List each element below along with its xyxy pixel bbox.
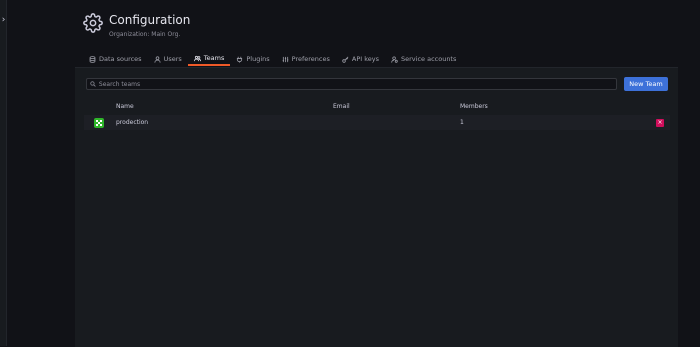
tab-label: Data sources <box>99 55 142 63</box>
tab-data-sources[interactable]: Data sources <box>83 52 148 66</box>
plug-icon <box>236 56 243 63</box>
gear-icon <box>83 13 103 33</box>
service-account-icon <box>391 55 398 63</box>
tab-label: Preferences <box>291 55 330 63</box>
team-name-link[interactable]: prodection <box>116 119 148 126</box>
page-subtitle: Organization: Main Org. <box>109 31 181 38</box>
search-input[interactable] <box>95 79 616 89</box>
tab-preferences[interactable]: Preferences <box>276 52 336 66</box>
column-header-members: Members <box>460 103 488 110</box>
new-team-button[interactable]: New Team <box>624 77 668 91</box>
tab-service-accounts[interactable]: Service accounts <box>385 52 462 66</box>
team-avatar-icon <box>94 118 104 128</box>
sidebar-collapsed <box>0 0 7 346</box>
column-header-email: Email <box>333 103 350 110</box>
database-icon <box>89 55 96 63</box>
search-field[interactable] <box>86 78 617 90</box>
delete-team-button[interactable]: × <box>656 119 664 127</box>
tab-users[interactable]: Users <box>148 52 188 66</box>
team-members-count: 1 <box>460 119 464 126</box>
key-icon <box>342 56 349 63</box>
user-icon <box>154 55 161 63</box>
tab-bar: Data sources Users Teams Plugins Prefere… <box>83 52 462 66</box>
sidebar-expand-icon[interactable]: › <box>0 14 7 26</box>
tab-api-keys[interactable]: API keys <box>336 52 385 66</box>
page-title: Configuration <box>109 13 191 27</box>
tab-label: Plugins <box>246 55 270 63</box>
table-row[interactable]: prodection 1 × <box>84 115 670 130</box>
teams-panel: New Team Name Email Members prodection 1… <box>75 67 678 347</box>
tab-label: Teams <box>203 54 225 62</box>
tab-label: Users <box>163 55 182 63</box>
users-icon <box>193 55 201 62</box>
tab-teams[interactable]: Teams <box>187 52 231 66</box>
column-header-name: Name <box>116 103 134 110</box>
sliders-icon <box>282 56 289 63</box>
tab-plugins[interactable]: Plugins <box>230 52 275 66</box>
tab-label: API keys <box>351 55 379 63</box>
tab-label: Service accounts <box>401 55 457 63</box>
